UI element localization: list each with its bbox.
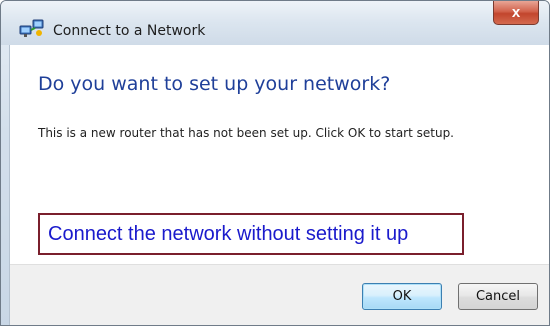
close-button[interactable]: x [493,1,539,25]
window-title: Connect to a Network [53,23,206,39]
cancel-button[interactable]: Cancel [458,283,538,310]
close-icon: x [511,4,521,21]
dialog-message: This is a new router that has not been s… [38,126,454,140]
button-bar: OK Cancel [10,264,549,325]
dialog-heading: Do you want to set up your network? [38,73,391,95]
connect-without-setup-link[interactable]: Connect the network without setting it u… [38,213,464,255]
dialog-window: Connect to a Network x Do you want to se… [0,0,550,326]
dialog-content: Do you want to set up your network? This… [9,45,549,325]
network-icon [19,17,45,39]
ok-button[interactable]: OK [362,283,442,310]
title-bar[interactable]: Connect to a Network x [1,1,549,45]
connect-without-setup-label: Connect the network without setting it u… [48,222,409,245]
